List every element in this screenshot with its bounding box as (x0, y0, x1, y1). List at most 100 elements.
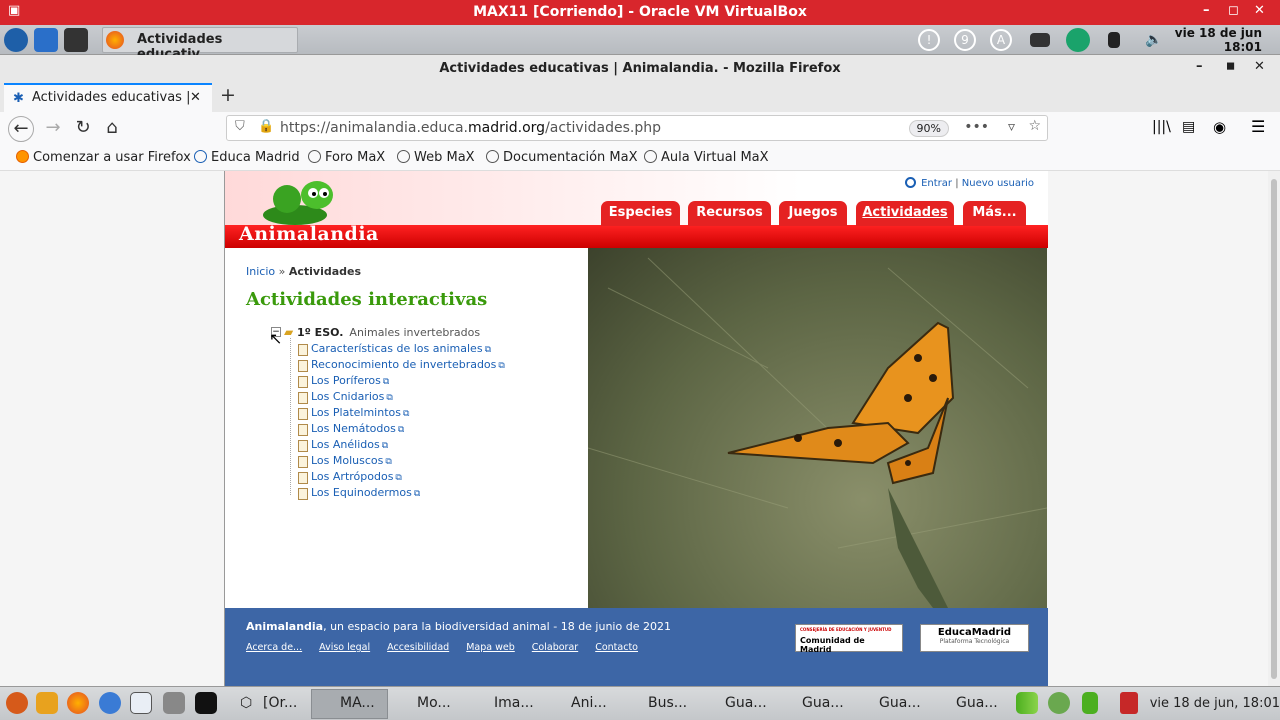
taskbar-item-mozilla[interactable]: Mo... (417, 695, 451, 711)
taskbar-item-guardar-3[interactable]: Gua... (879, 695, 921, 711)
external-link-icon: ⧉ (385, 457, 392, 467)
ff-maximize-button[interactable]: ◼ (1226, 59, 1235, 72)
nav-actividades[interactable]: Actividades (856, 201, 954, 226)
page-actions-icon[interactable]: ••• (964, 119, 989, 135)
notes-icon[interactable] (130, 692, 152, 714)
activity-link[interactable]: Características de los animales ⧉ (297, 341, 505, 357)
screen-icon[interactable] (1030, 33, 1050, 47)
taskbar-item-imagenes[interactable]: Ima... (494, 695, 534, 711)
educamadrid-logo[interactable]: EducaMadrid Plataforma Tecnológica (920, 624, 1029, 652)
terminal-icon[interactable] (64, 28, 88, 52)
tray-nine-icon[interactable]: 9 (954, 29, 976, 51)
footer-text: Animalandia, un espacio para la biodiver… (246, 620, 671, 633)
url-bar[interactable]: ⛉ 🔒 https://animalandia.educa.madrid.org… (226, 115, 1048, 141)
library-icon[interactable]: |||\ (1152, 119, 1171, 135)
nav-mas[interactable]: Más... (963, 201, 1026, 226)
home-button[interactable]: ⌂ (99, 116, 125, 142)
activity-label: Los Platelmintos (311, 406, 401, 419)
sidebar-icon[interactable]: ▤ (1182, 119, 1195, 135)
ff-close-button[interactable]: ✕ (1254, 59, 1265, 74)
taskbar-item-guardar-2[interactable]: Gua... (802, 695, 844, 711)
volume-icon[interactable]: 🔈 (1145, 32, 1162, 48)
footer-link-acerca[interactable]: Acerca de... (246, 642, 302, 653)
taskbar-item-buscar[interactable]: Bus... (648, 695, 687, 711)
activity-link[interactable]: Reconocimiento de invertebrados ⧉ (297, 357, 505, 373)
page-title: Actividades interactivas (246, 289, 488, 310)
scrollbar-thumb[interactable] (1271, 179, 1277, 679)
new-tab-button[interactable]: + (220, 84, 236, 106)
forward-button[interactable]: → (40, 116, 66, 142)
app-menu-icon[interactable] (4, 28, 28, 52)
zoom-indicator[interactable]: 90% (908, 120, 949, 137)
activity-link[interactable]: Los Anélidos ⧉ (297, 437, 505, 453)
activity-label: Los Nemátodos (311, 422, 396, 435)
tab-close-icon[interactable]: ✕ (190, 90, 201, 105)
bookmark-aula-virtual-max[interactable]: Aula Virtual MaX (644, 150, 769, 165)
bookmark-foro-max[interactable]: Foro MaX (308, 150, 385, 165)
register-link[interactable]: Nuevo usuario (962, 178, 1034, 189)
terminal-launcher-icon[interactable] (195, 692, 217, 714)
activity-link[interactable]: Los Platelmintos ⧉ (297, 405, 505, 421)
menu-icon[interactable]: ☰ (1251, 117, 1265, 136)
tab-actividades[interactable]: ✱ Actividades educativas | ✕ (4, 83, 212, 112)
pocket-icon[interactable]: ▿ (1008, 119, 1015, 135)
bookmark-documentacion-max[interactable]: Documentación MaX (486, 150, 638, 165)
activity-link[interactable]: Los Nemátodos ⧉ (297, 421, 505, 437)
bookmark-comenzar[interactable]: Comenzar a usar Firefox (16, 150, 191, 165)
nav-recursos[interactable]: Recursos (688, 201, 771, 226)
taskbar-item-guardar-1[interactable]: Gua... (725, 695, 767, 711)
firefox-window-title: Actividades educativas | Animalandia. - … (439, 61, 841, 76)
taskbar-item-animalandia[interactable]: Ani... (571, 695, 607, 711)
bookmark-educamadrid[interactable]: Educa Madrid (194, 150, 300, 165)
launcher-icon[interactable] (6, 692, 28, 714)
top-clock[interactable]: vie 18 de jun 18:01 (1175, 26, 1262, 54)
login-link[interactable]: Entrar (921, 178, 952, 189)
footer-link-mapa-web[interactable]: Mapa web (466, 642, 515, 653)
taskbar-item-oracle[interactable]: [Or... (263, 695, 297, 711)
activity-link[interactable]: Los Poríferos ⧉ (297, 373, 505, 389)
footer-link-accesibilidad[interactable]: Accesibilidad (387, 642, 449, 653)
taskbar-firefox-window[interactable]: Actividades educativ… (102, 27, 298, 62)
activity-link[interactable]: Los Equinodermos ⧉ (297, 485, 505, 501)
bookmark-star-icon[interactable]: ☆ (1028, 118, 1041, 134)
footer-link-aviso-legal[interactable]: Aviso legal (319, 642, 370, 653)
bookmark-web-max[interactable]: Web MaX (397, 150, 475, 165)
footer-link-colaborar[interactable]: Colaborar (532, 642, 578, 653)
tray-update-icon[interactable]: ! (918, 29, 940, 51)
taskbar-clock[interactable]: vie 18 de jun, 18:01 (1150, 696, 1280, 711)
update-shield-icon[interactable] (1048, 692, 1070, 714)
minimize-button[interactable]: – (1203, 3, 1210, 18)
ff-minimize-button[interactable]: – (1196, 59, 1203, 74)
close-button[interactable]: ✕ (1254, 3, 1265, 18)
tree-root[interactable]: 1º ESO. Animales invertebrados (297, 326, 505, 339)
sync-icon[interactable] (1066, 28, 1090, 52)
nav-juegos[interactable]: Juegos (779, 201, 847, 226)
site-logo[interactable]: Animalandia (239, 223, 379, 245)
lock-icon[interactable]: 🔒 (258, 119, 274, 134)
reload-button[interactable]: ↻ (70, 116, 96, 142)
account-icon[interactable]: ◉ (1213, 118, 1226, 136)
shield-icon[interactable]: ⛉ (235, 119, 245, 134)
activity-link[interactable]: Los Artrópodos ⧉ (297, 469, 505, 485)
volume-muted-icon[interactable] (1120, 692, 1138, 714)
taskbar-item-guardar-4[interactable]: Gua... (956, 695, 998, 711)
chromium-icon[interactable] (99, 692, 121, 714)
taskbar-item-max[interactable]: MA... (340, 695, 375, 711)
footer-link-contacto[interactable]: Contacto (595, 642, 638, 653)
tray-a-icon[interactable]: A (990, 29, 1012, 51)
nav-especies[interactable]: Especies (601, 201, 680, 226)
comunidad-madrid-logo[interactable]: CONSEJERÍA DE EDUCACIÓN Y JUVENTUD Comun… (795, 624, 903, 654)
activity-link[interactable]: Los Moluscos ⧉ (297, 453, 505, 469)
editor-icon[interactable] (36, 692, 58, 714)
battery-icon[interactable] (1082, 692, 1098, 714)
activity-link[interactable]: Los Cnidarios ⧉ (297, 389, 505, 405)
network-signal-icon[interactable] (1016, 692, 1038, 714)
back-button[interactable]: ← (8, 116, 34, 142)
firefox-launcher-icon[interactable] (67, 692, 89, 714)
usb-icon[interactable] (1108, 32, 1120, 48)
screenshot-icon[interactable] (163, 692, 185, 714)
breadcrumb-home[interactable]: Inicio (246, 265, 275, 278)
desktop-icon[interactable] (34, 28, 58, 52)
page-scrollbar[interactable] (1268, 171, 1280, 686)
maximize-button[interactable]: ◻ (1228, 3, 1239, 18)
